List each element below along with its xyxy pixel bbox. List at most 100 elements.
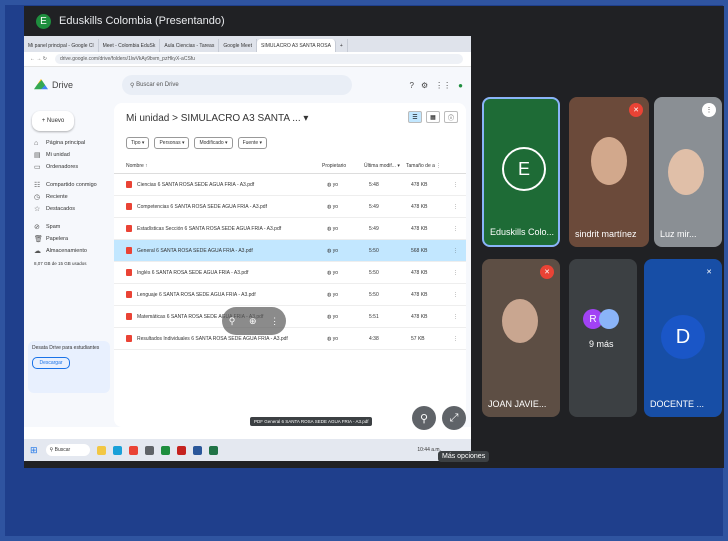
file-explorer-icon[interactable]	[96, 445, 106, 455]
presentation-overlay-controls: ⚲ ⊕ ⋮	[222, 307, 286, 335]
mic-off-icon: ✕	[629, 103, 643, 117]
browser-tab[interactable]: Meet - Colombia EduSk	[99, 39, 161, 52]
row-more-icon[interactable]: ⋮	[453, 292, 458, 298]
participant-tile[interactable]: ✕ JOAN JAVIE...	[482, 259, 560, 417]
more-vert-icon[interactable]: ⋮	[270, 316, 279, 327]
taskbar-search[interactable]: ⚲ Buscar	[45, 444, 90, 456]
row-more-icon[interactable]: ⋮	[453, 270, 458, 276]
sidebar-item-trash[interactable]: 🗑 Papelera	[24, 233, 114, 245]
file-size: 57 KB	[411, 335, 425, 342]
browser-tab[interactable]: Mi panel principal - Google Cl	[24, 39, 99, 52]
new-tab-button[interactable]: +	[336, 39, 348, 52]
row-more-icon[interactable]: ⋮	[453, 248, 458, 254]
filter-type[interactable]: Tipo ▾	[126, 137, 150, 149]
file-owner: ◍ yo	[327, 182, 369, 188]
file-row[interactable]: Ciencias 6 SANTA ROSA SEDE AGUA FRIA - A…	[114, 174, 466, 196]
file-row[interactable]: Matemáticas 6 SANTA ROSA SEDE AGUA FRIA …	[114, 306, 466, 328]
file-rows: Ciencias 6 SANTA ROSA SEDE AGUA FRIA - A…	[114, 174, 466, 350]
file-row[interactable]: Resultados Individuales 6 SANTA ROSA SED…	[114, 328, 466, 350]
windows-start-icon[interactable]: ⊞	[30, 445, 38, 456]
file-name: Lenguaje 6 SANTA ROSA SEDE AGUA FRIA - A…	[137, 291, 256, 298]
file-row[interactable]: Lenguaje 6 SANTA ROSA SEDE AGUA FRIA - A…	[114, 284, 466, 306]
word-icon[interactable]	[192, 445, 202, 455]
file-owner: ◍ yo	[327, 226, 369, 232]
back-icon[interactable]: ←	[30, 56, 35, 62]
address-bar[interactable]: drive.google.com/drive/folders/1lwVkAy9b…	[54, 54, 463, 64]
account-avatar[interactable]: ●	[458, 81, 463, 90]
browser-tab[interactable]: Aula Ciencias - Tareas	[160, 39, 220, 52]
file-row[interactable]: Estadísticas Sección 6 SANTA ROSA SEDE A…	[114, 218, 466, 240]
file-size: 478 KB	[411, 181, 428, 188]
new-button[interactable]: + Nuevo	[32, 111, 74, 131]
presenter-avatar: E	[36, 13, 51, 29]
view-toggle: ☰ ▦ ⓘ	[408, 111, 458, 123]
pdf-file-icon	[126, 247, 132, 254]
browser-tab-active[interactable]: SIMULACRO A3 SANTA ROSA	[256, 39, 336, 52]
file-size: 568 KB	[411, 247, 428, 254]
participant-tile[interactable]: ✕ sindrit martínez	[569, 97, 649, 247]
file-size: 478 KB	[411, 313, 428, 320]
meet-icon[interactable]	[160, 445, 170, 455]
drive-search-input[interactable]: ⚲ Buscar en Drive	[122, 75, 352, 95]
sidebar-item-recent[interactable]: ◷ Reciente	[24, 191, 114, 203]
storage-promo-button[interactable]: Descargar	[32, 357, 70, 369]
sidebar-item-my-drive[interactable]: ▤ Mi unidad	[24, 149, 114, 161]
apps-grid-icon[interactable]: ⋮⋮	[435, 81, 451, 90]
fullscreen-button[interactable]: ⤢	[442, 406, 466, 430]
more-participants-tile[interactable]: R 9 más	[569, 259, 637, 417]
spam-icon: ⊘	[34, 224, 40, 231]
forward-icon[interactable]: →	[36, 56, 41, 62]
participant-tile[interactable]: ⋮ Luz mir...	[654, 97, 722, 247]
file-modified: 5:50	[369, 269, 379, 276]
file-name: Resultados Individuales 6 SANTA ROSA SED…	[137, 335, 288, 342]
file-row[interactable]: General 6 SANTA ROSA SEDE AGUA FRIA - A3…	[114, 240, 466, 262]
sidebar-item-computers[interactable]: ▭ Ordenadores	[24, 161, 114, 173]
zoom-icon[interactable]: ⊕	[249, 316, 257, 327]
reload-icon[interactable]: ↻	[43, 56, 47, 62]
sidebar-item-home[interactable]: ⌂ Página principal	[24, 137, 114, 149]
storage-promo-card: Desata Drive para estudiantes Descargar	[28, 341, 110, 393]
file-modified: 4:38	[369, 335, 379, 342]
file-name: Competencias 6 SANTA ROSA SEDE AGUA FRIA…	[137, 203, 267, 210]
excel-icon[interactable]	[208, 445, 218, 455]
file-size: 478 KB	[411, 269, 428, 276]
help-icon[interactable]: ?	[410, 81, 414, 90]
participant-tile[interactable]: D ✕ DOCENTE ...	[644, 259, 722, 417]
row-more-icon[interactable]: ⋮	[453, 226, 458, 232]
sidebar-item-shared[interactable]: ☷ Compartido conmigo	[24, 179, 114, 191]
grid-view-icon[interactable]: ▦	[426, 111, 440, 123]
edge-icon[interactable]	[112, 445, 122, 455]
browser-tab[interactable]: Google Meet	[219, 39, 257, 52]
info-icon[interactable]: ⓘ	[444, 111, 458, 123]
settings-icon[interactable]: ⚙	[421, 81, 428, 90]
sidebar-item-storage[interactable]: ☁ Almacenamiento	[24, 245, 114, 257]
file-row[interactable]: Competencias 6 SANTA ROSA SEDE AGUA FRIA…	[114, 196, 466, 218]
column-modified[interactable]: Última modif... ▾	[364, 163, 406, 169]
filter-modified[interactable]: Modificado ▾	[194, 137, 233, 149]
sidebar-item-spam[interactable]: ⊘ Spam	[24, 221, 114, 233]
drive-icon: ▤	[34, 152, 41, 159]
row-more-icon[interactable]: ⋮	[453, 204, 458, 210]
list-view-icon[interactable]: ☰	[408, 111, 422, 123]
meeting-title: Eduskills Colombia (Presentando)	[59, 15, 225, 27]
row-more-icon[interactable]: ⋮	[453, 182, 458, 188]
column-name[interactable]: Nombre ↑	[126, 163, 322, 169]
pin-icon[interactable]: ⚲	[229, 316, 236, 327]
pdf-file-icon	[126, 225, 132, 232]
filter-source[interactable]: Fuente ▾	[237, 137, 268, 149]
sidebar-item-label: Página principal	[46, 140, 86, 146]
store-icon[interactable]	[144, 445, 154, 455]
pdf-file-icon	[126, 335, 132, 342]
filter-people[interactable]: Personas ▾	[154, 137, 190, 149]
participant-video	[668, 149, 704, 195]
pdf-app-icon[interactable]	[176, 445, 186, 455]
row-more-icon[interactable]: ⋮	[453, 336, 458, 342]
participant-tile[interactable]: E Eduskills Colo...	[482, 97, 560, 247]
participant-video	[502, 299, 538, 343]
sidebar-item-starred[interactable]: ☆ Destacados	[24, 203, 114, 215]
column-size[interactable]: Tamaño de a ⋮	[406, 163, 448, 169]
file-row[interactable]: Inglés 6 SANTA ROSA SEDE AGUA FRIA - A3.…	[114, 262, 466, 284]
row-more-icon[interactable]: ⋮	[453, 314, 458, 320]
chrome-icon[interactable]	[128, 445, 138, 455]
zoom-screen-button[interactable]: ⚲	[412, 406, 436, 430]
